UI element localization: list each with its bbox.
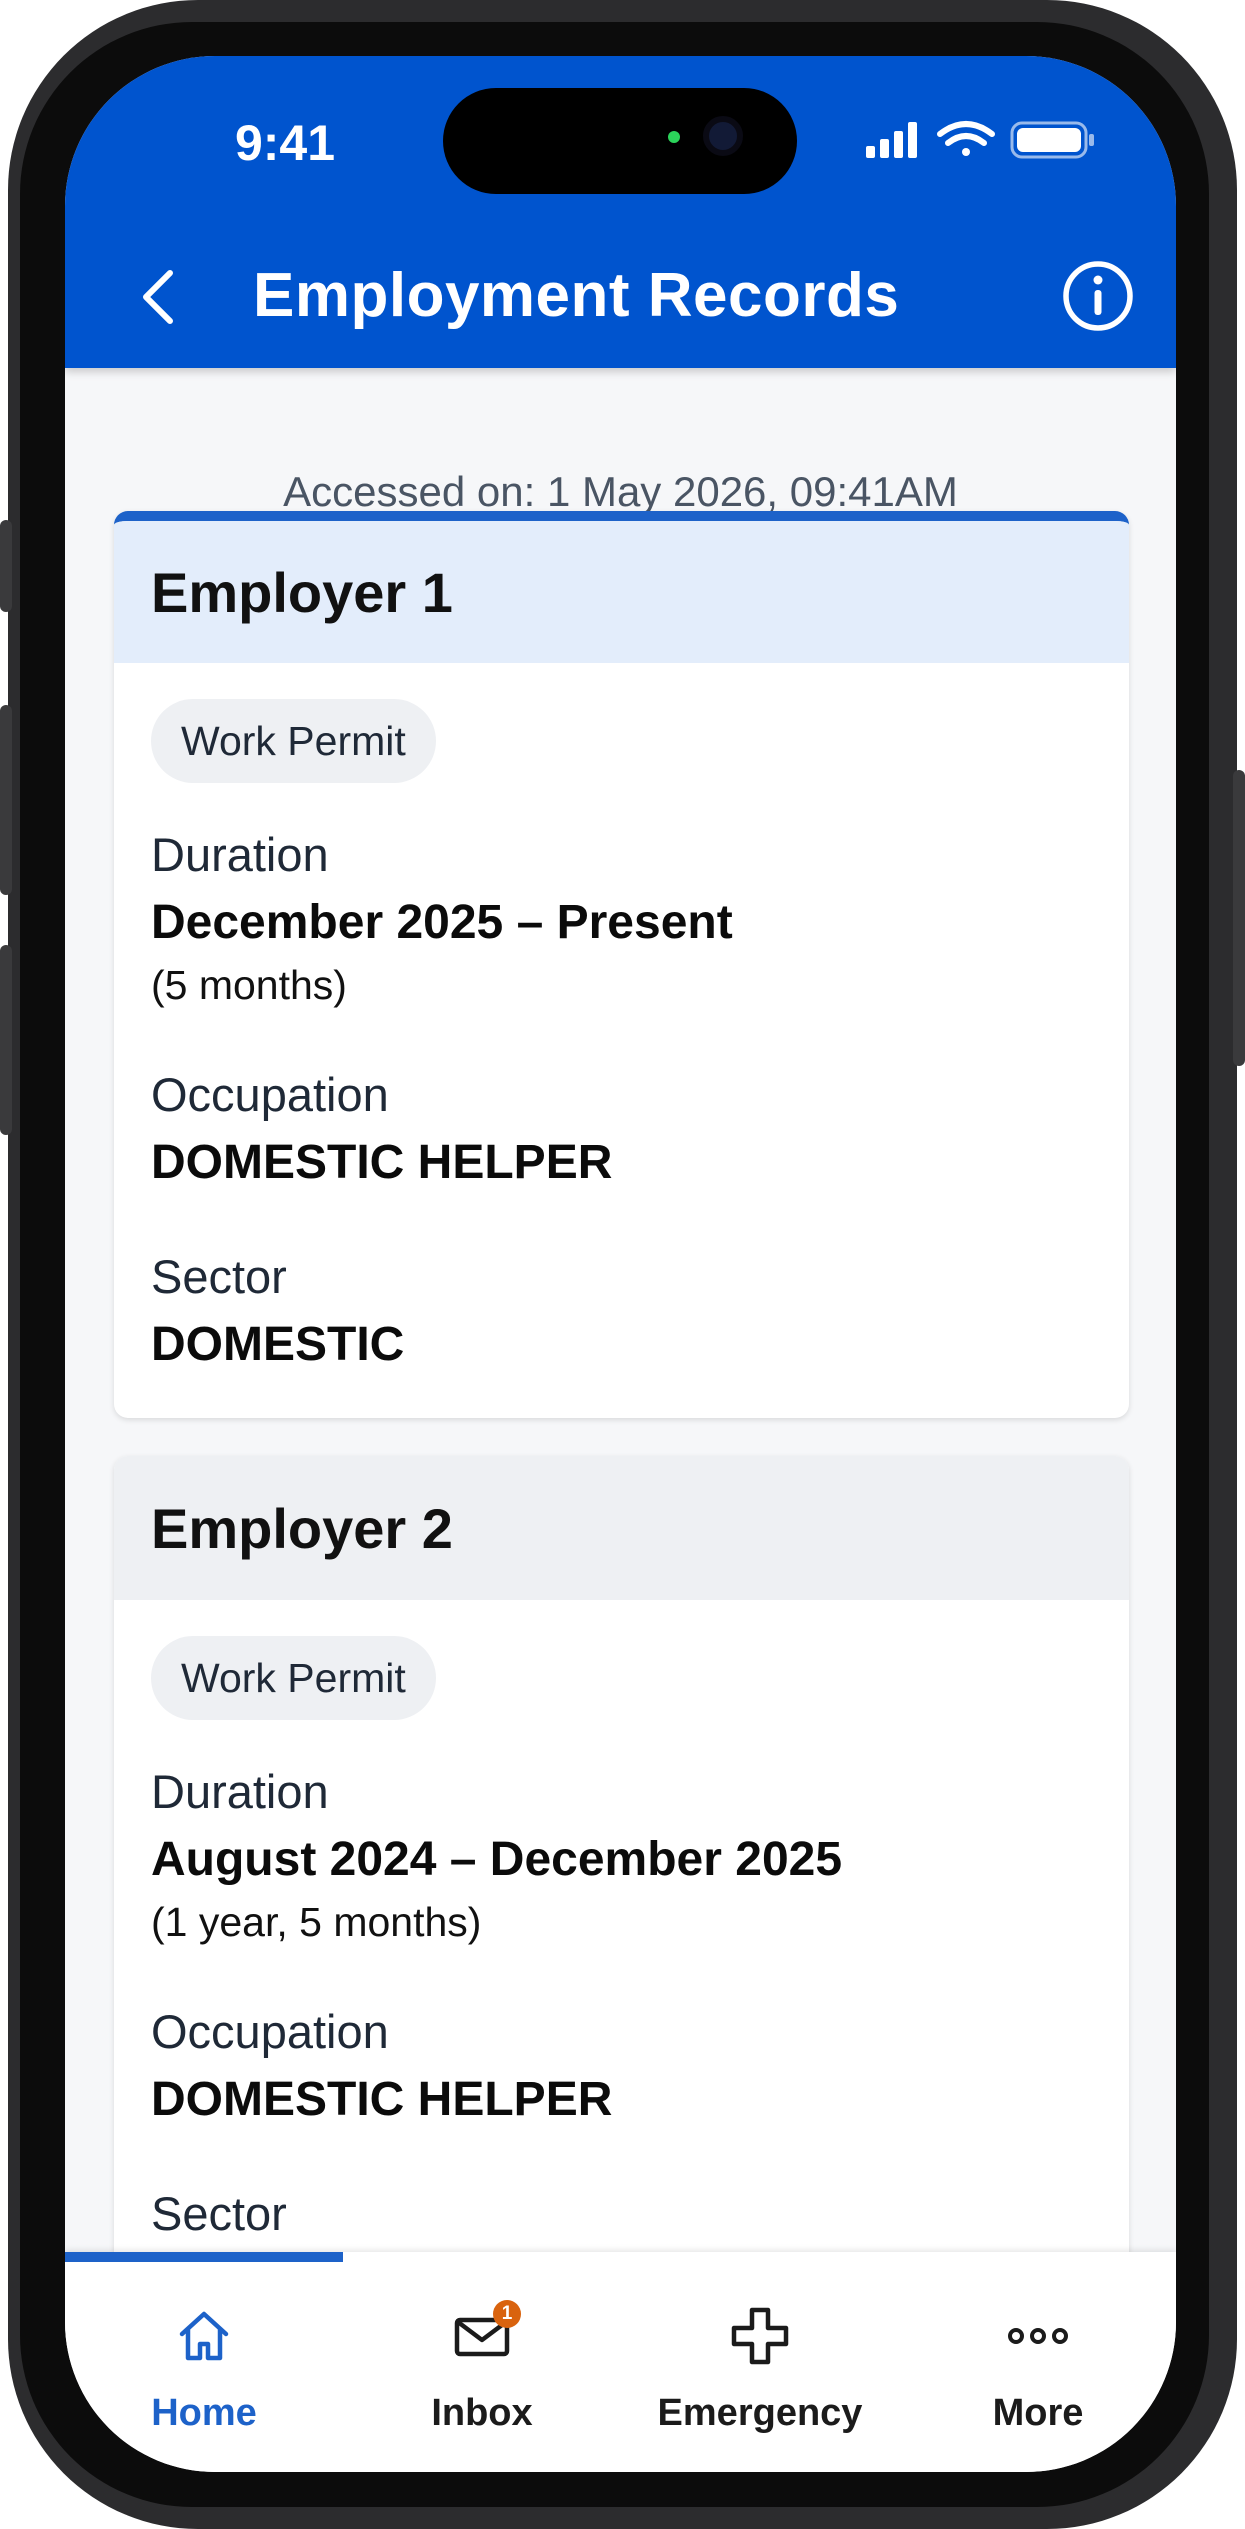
- tab-more[interactable]: More: [899, 2262, 1176, 2472]
- accessed-timestamp: Accessed on: 1 May 2026, 09:41AM: [283, 468, 958, 515]
- page-title: Employment Records: [253, 261, 900, 330]
- active-tab-indicator: [65, 2252, 343, 2262]
- privacy-indicator-dot: [668, 131, 680, 143]
- info-icon[interactable]: [1059, 257, 1137, 335]
- bottom-tab-bar: Home 1 Inbox Emergency More: [65, 2252, 1176, 2472]
- tab-label: Home: [151, 2392, 257, 2434]
- front-camera: [703, 116, 743, 156]
- power-button: [1233, 770, 1245, 1066]
- battery-icon: [1010, 121, 1094, 159]
- duration-length: (1 year, 5 months): [151, 1899, 482, 1945]
- volume-up-button: [0, 705, 12, 895]
- status-icons: [866, 121, 1094, 159]
- duration-value: December 2025 – Present: [151, 896, 733, 949]
- dynamic-island: [443, 88, 797, 194]
- permit-type-chip: Work Permit: [151, 1636, 436, 1720]
- employer-title: Employer 1: [114, 521, 1129, 663]
- occupation-value: DOMESTIC HELPER: [151, 1136, 613, 1189]
- employer-card: Employer 1 Work Permit Duration December…: [114, 511, 1129, 1418]
- sector-label: Sector: [151, 2187, 287, 2240]
- sector-value: DOMESTIC: [151, 1318, 405, 1371]
- tab-label: More: [992, 2392, 1084, 2434]
- screen: 9:41 Employment Records Accessed on: 1 M…: [65, 56, 1176, 2472]
- sector-label: Sector: [151, 1250, 287, 1303]
- duration-length: (5 months): [151, 962, 347, 1008]
- occupation-label: Occupation: [151, 2005, 389, 2058]
- duration-label: Duration: [151, 1765, 329, 1818]
- occupation-label: Occupation: [151, 1068, 389, 1121]
- volume-down-button: [0, 945, 12, 1135]
- status-time: 9:41: [234, 115, 336, 171]
- records-content[interactable]: Accessed on: 1 May 2026, 09:41AM Employe…: [65, 368, 1176, 2308]
- occupation-value: DOMESTIC HELPER: [151, 2073, 613, 2126]
- back-button[interactable]: [127, 254, 189, 340]
- tab-label: Emergency: [657, 2392, 863, 2434]
- more-dots-icon: [1008, 2328, 1068, 2344]
- tab-inbox[interactable]: 1 Inbox: [343, 2262, 621, 2472]
- chevron-left-icon: [143, 270, 173, 324]
- duration-value: August 2024 – December 2025: [151, 1833, 843, 1886]
- action-button: [0, 520, 12, 612]
- top-app-bar: 9:41 Employment Records: [65, 56, 1176, 368]
- wifi-icon: [937, 121, 995, 156]
- employer-card: Employer 2 Work Permit Duration August 2…: [114, 1456, 1129, 2308]
- unread-badge: 1: [493, 2300, 521, 2328]
- employer-title: Employer 2: [114, 1456, 1129, 1600]
- duration-label: Duration: [151, 828, 329, 881]
- tab-label: Inbox: [431, 2392, 533, 2434]
- cellular-signal-icon: [866, 122, 917, 158]
- permit-type-chip: Work Permit: [151, 699, 436, 783]
- home-icon: [179, 2311, 229, 2361]
- tab-emergency[interactable]: Emergency: [621, 2262, 899, 2472]
- tab-home[interactable]: Home: [65, 2262, 343, 2472]
- medical-cross-icon: [731, 2307, 789, 2365]
